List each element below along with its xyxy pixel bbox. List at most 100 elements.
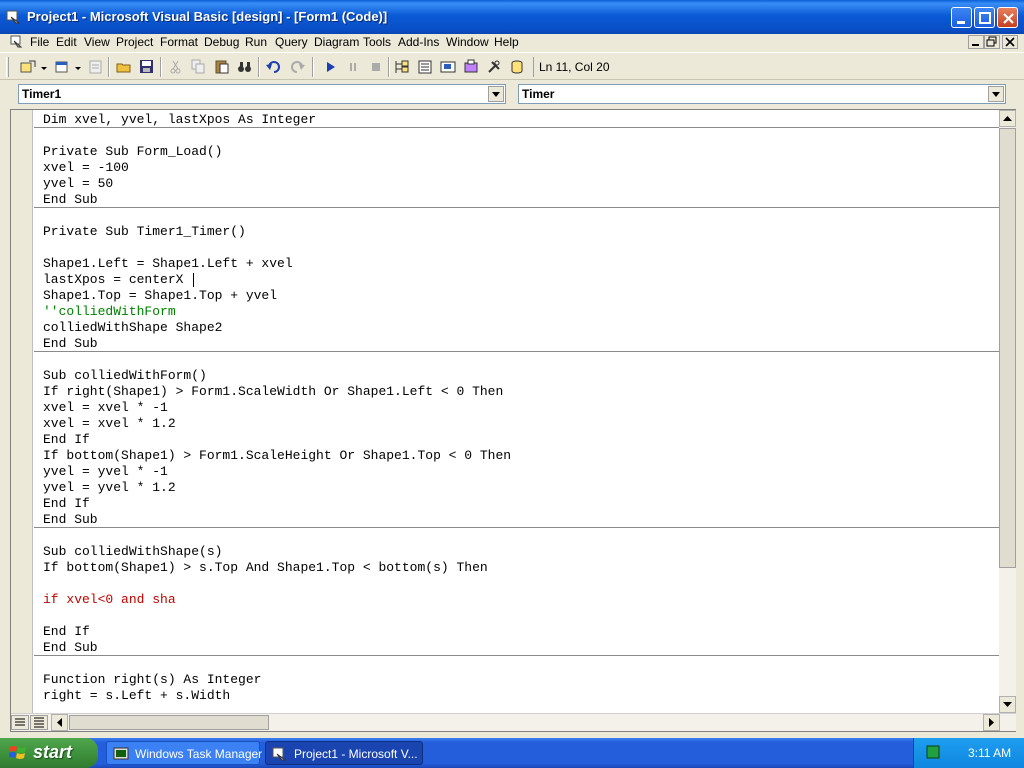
code-line[interactable]: End Sub xyxy=(43,640,98,656)
code-line[interactable]: Function right(s) As Integer xyxy=(43,672,261,688)
menu-debug[interactable]: Debug xyxy=(204,35,239,49)
toolbar-separator xyxy=(160,57,162,77)
add-form-button[interactable] xyxy=(52,57,72,77)
menu-file[interactable]: File xyxy=(30,35,49,49)
code-line[interactable]: yvel = yvel * -1 xyxy=(43,464,168,480)
menu-edit[interactable]: Edit xyxy=(56,35,77,49)
code-line[interactable]: xvel = -100 xyxy=(43,160,129,176)
clock[interactable]: 3:11 AM xyxy=(968,746,1011,760)
database-icon xyxy=(511,60,523,74)
menu-help[interactable]: Help xyxy=(494,35,519,49)
code-editor[interactable]: Dim xvel, yvel, lastXpos As Integer Priv… xyxy=(34,110,999,713)
code-line[interactable]: End Sub xyxy=(43,192,98,208)
code-line[interactable]: yvel = 50 xyxy=(43,176,113,192)
form-layout-button[interactable] xyxy=(438,57,458,77)
taskbar-button-task-manager[interactable]: Windows Task Manager xyxy=(106,741,262,765)
code-line[interactable]: Private Sub Form_Load() xyxy=(43,144,222,160)
vertical-scrollbar[interactable] xyxy=(999,110,1016,713)
object-browser-button[interactable] xyxy=(461,57,481,77)
code-line[interactable]: xvel = xvel * -1 xyxy=(43,400,168,416)
menu-view[interactable]: View xyxy=(84,35,110,49)
properties-icon xyxy=(418,60,432,74)
title-bar[interactable]: Project1 - Microsoft Visual Basic [desig… xyxy=(0,0,1024,34)
code-line[interactable]: Shape1.Left = Shape1.Left + xvel xyxy=(43,256,293,272)
vertical-scroll-thumb[interactable] xyxy=(999,128,1016,568)
code-window-icon[interactable] xyxy=(10,35,24,49)
find-button[interactable] xyxy=(235,57,255,77)
scroll-down-button[interactable] xyxy=(999,696,1016,713)
code-line[interactable]: Shape1.Top = Shape1.Top + yvel xyxy=(43,288,277,304)
cut-button[interactable] xyxy=(166,57,186,77)
menu-editor-button[interactable] xyxy=(86,57,106,77)
project-explorer-button[interactable] xyxy=(392,57,412,77)
menu-add-ins[interactable]: Add-Ins xyxy=(398,35,439,49)
mdi-restore-button[interactable] xyxy=(984,35,1000,49)
binoculars-icon xyxy=(238,62,251,72)
save-project-button[interactable] xyxy=(137,57,157,77)
maximize-button[interactable] xyxy=(974,7,995,28)
code-line[interactable]: End If xyxy=(43,496,90,512)
code-line[interactable]: xvel = xvel * 1.2 xyxy=(43,416,176,432)
code-line[interactable]: Private Sub Timer1_Timer() xyxy=(43,224,246,240)
code-line[interactable]: End Sub xyxy=(43,512,98,528)
menu-tools[interactable]: Tools xyxy=(363,35,391,49)
add-form-dropdown[interactable] xyxy=(72,57,82,77)
add-project-button[interactable] xyxy=(18,57,38,77)
horizontal-scroll-thumb[interactable] xyxy=(69,715,269,730)
menu-format[interactable]: Format xyxy=(160,35,198,49)
object-combobox[interactable]: Timer1 xyxy=(18,84,506,104)
mdi-close-button[interactable] xyxy=(1002,35,1018,49)
system-tray: 3:11 AM xyxy=(913,738,1024,768)
procedure-combobox[interactable]: Timer xyxy=(518,84,1006,104)
scroll-left-button[interactable] xyxy=(51,714,68,731)
procedure-view-button[interactable] xyxy=(11,715,29,730)
menu-diagram[interactable]: Diagram xyxy=(314,35,359,49)
paste-button[interactable] xyxy=(212,57,232,77)
code-line[interactable]: yvel = yvel * 1.2 xyxy=(43,480,176,496)
code-line[interactable]: If right(Shape1) > Form1.ScaleWidth Or S… xyxy=(43,384,503,400)
scroll-right-button[interactable] xyxy=(983,714,1000,731)
tray-app-icon[interactable] xyxy=(926,745,940,759)
undo-button[interactable] xyxy=(264,57,284,77)
code-line[interactable]: colliedWithShape Shape2 xyxy=(43,320,222,336)
code-comment-line[interactable]: ''colliedWithForm xyxy=(43,304,176,320)
close-button[interactable] xyxy=(997,7,1018,28)
object-combobox-dropdown[interactable] xyxy=(488,86,504,102)
data-view-button[interactable] xyxy=(507,57,527,77)
add-project-dropdown[interactable] xyxy=(38,57,48,77)
code-line[interactable]: End Sub xyxy=(43,336,98,352)
start-menu-button[interactable]: start xyxy=(0,738,98,768)
code-line[interactable]: If bottom(Shape1) > Form1.ScaleHeight Or… xyxy=(43,448,511,464)
menu-query[interactable]: Query xyxy=(275,35,308,49)
task-manager-icon xyxy=(113,747,129,760)
mdi-minimize-button[interactable] xyxy=(968,35,984,49)
break-button[interactable] xyxy=(343,57,363,77)
open-project-button[interactable] xyxy=(114,57,134,77)
minimize-button[interactable] xyxy=(951,7,972,28)
code-line[interactable]: Sub colliedWithShape(s) xyxy=(43,544,222,560)
properties-window-button[interactable] xyxy=(415,57,435,77)
code-line[interactable]: If bottom(Shape1) > s.Top And Shape1.Top… xyxy=(43,560,488,576)
taskbar-button-visual-basic[interactable]: Project1 - Microsoft V... xyxy=(265,741,423,765)
menu-window[interactable]: Window xyxy=(446,35,489,49)
copy-button[interactable] xyxy=(189,57,209,77)
full-module-view-button[interactable] xyxy=(30,715,48,730)
end-button[interactable] xyxy=(366,57,386,77)
margin-indicator-bar[interactable] xyxy=(11,110,33,713)
toolbar-grip[interactable] xyxy=(6,57,9,77)
code-line[interactable]: Sub colliedWithForm() xyxy=(43,368,207,384)
code-syntax-error-line[interactable]: if xvel<0 and sha xyxy=(43,592,176,608)
toolbox-button[interactable] xyxy=(484,57,504,77)
code-line[interactable]: End If xyxy=(43,624,90,640)
scroll-up-button[interactable] xyxy=(999,110,1016,127)
menu-project[interactable]: Project xyxy=(116,35,153,49)
code-line[interactable]: right = s.Left + s.Width xyxy=(43,688,230,704)
redo-button[interactable] xyxy=(287,57,307,77)
start-button[interactable] xyxy=(320,57,340,77)
procedure-combobox-dropdown[interactable] xyxy=(988,86,1004,102)
code-line-with-cursor[interactable]: lastXpos = centerX xyxy=(43,272,195,288)
code-line[interactable]: End If xyxy=(43,432,90,448)
horizontal-scrollbar[interactable] xyxy=(11,713,1016,731)
menu-run[interactable]: Run xyxy=(245,35,267,49)
code-line[interactable]: Dim xvel, yvel, lastXpos As Integer xyxy=(43,112,316,128)
